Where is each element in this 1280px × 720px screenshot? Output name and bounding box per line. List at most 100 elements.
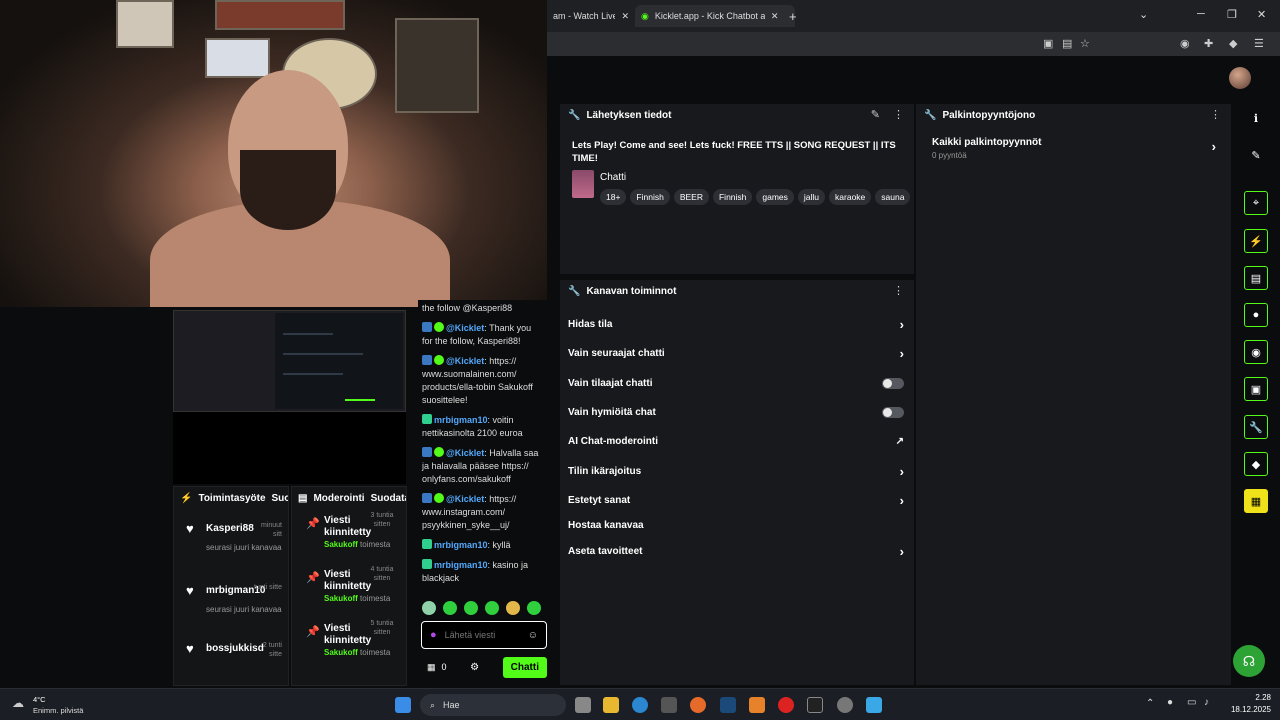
close-icon[interactable]: ✕	[621, 11, 629, 22]
moderation-filter[interactable]: Suodata	[371, 493, 406, 504]
broadcast-icon[interactable]: ◉	[1244, 340, 1268, 364]
reader-icon[interactable]: ▤	[1062, 37, 1072, 50]
emote-icon[interactable]	[527, 601, 541, 615]
tag[interactable]: Finnish	[630, 189, 670, 205]
tab-kicklet[interactable]: ◉ Kicklet.app - Kick Chatbot and C ✕	[635, 5, 795, 27]
wrench-icon[interactable]: 🔧	[1244, 415, 1268, 439]
category-name[interactable]: Chatti	[600, 172, 626, 183]
emote-icon[interactable]	[422, 601, 436, 615]
maximize-button[interactable]: ❐	[1227, 8, 1237, 21]
tag[interactable]: games	[756, 189, 794, 205]
microphone-icon[interactable]: ●	[430, 629, 437, 641]
bookmark-star-icon[interactable]: ☆	[1080, 37, 1090, 50]
weather-icon[interactable]: ☁	[12, 696, 24, 710]
tag[interactable]: Finnish	[712, 189, 753, 205]
emote-icon[interactable]	[485, 601, 499, 615]
task-view-icon[interactable]	[575, 697, 591, 713]
activity-item[interactable]: ♥ mrbigman10 tunti sitte seurasi juuri k…	[174, 571, 288, 625]
chat-user[interactable]: mrbigman10	[434, 560, 488, 570]
screenshot-icon[interactable]: ▣	[1043, 37, 1053, 50]
close-icon[interactable]: ✕	[771, 11, 779, 22]
activity-filter[interactable]: Suod	[272, 493, 289, 504]
edit-pencil-icon[interactable]: ✎	[871, 108, 880, 121]
support-headset-icon[interactable]: ☊	[1233, 645, 1265, 677]
steam-icon[interactable]	[720, 697, 736, 713]
action-age-restriction[interactable]: Tilin ikärajoitus ›	[568, 461, 904, 481]
action-followers-only[interactable]: Vain seuraajat chatti ›	[568, 343, 904, 363]
chat-user[interactable]: mrbigman10	[434, 540, 488, 550]
emote-icon[interactable]	[464, 601, 478, 615]
close-window-button[interactable]: ✕	[1257, 8, 1266, 21]
network-icon[interactable]: ▭	[1187, 697, 1196, 708]
chat-user[interactable]: @Kicklet	[446, 356, 484, 366]
category-thumbnail[interactable]	[572, 170, 594, 198]
document-icon[interactable]: ▤	[1244, 266, 1268, 290]
tag[interactable]: sauna	[875, 189, 911, 205]
windows-start-icon[interactable]	[395, 697, 411, 713]
vlc-icon[interactable]	[749, 697, 765, 713]
menu-icon[interactable]: ☰	[1254, 37, 1264, 50]
action-set-goals[interactable]: Aseta tavoitteet ›	[568, 541, 904, 561]
action-slow-mode[interactable]: Hidas tila ›	[568, 314, 904, 334]
firefox-icon[interactable]	[690, 697, 706, 713]
clock-date[interactable]: 18.12.2025	[1217, 705, 1271, 714]
file-explorer-icon[interactable]	[603, 697, 619, 713]
all-rewards-item[interactable]: Kaikki palkintopyynnöt 0 pyyntöä ›	[924, 134, 1224, 164]
activity-item[interactable]: ♥ bossjukkisd 2 tunti sitte	[174, 629, 288, 683]
clock-time[interactable]: 2.28	[1221, 693, 1271, 702]
emote-icon[interactable]	[506, 601, 520, 615]
clapperboard-icon[interactable]: ▦	[1244, 489, 1268, 513]
more-options-icon[interactable]: ⋮	[893, 108, 904, 121]
avatar[interactable]	[1229, 67, 1251, 89]
emoji-icon[interactable]: ☺	[528, 630, 538, 641]
chat-feed[interactable]: the follow @Kasperi88 @Kicklet: Thank yo…	[418, 300, 548, 600]
tag[interactable]: BEER	[673, 189, 709, 205]
subscribers-only-toggle[interactable]	[882, 377, 904, 389]
action-ai-moderation[interactable]: AI Chat-moderointi ↗	[568, 431, 904, 451]
tab-kick[interactable]: am - Watch Live o ✕	[547, 5, 635, 27]
taskbar-search[interactable]: ⌕ Hae	[420, 694, 566, 716]
emote-only-toggle[interactable]	[882, 406, 904, 418]
action-blocked-words[interactable]: Estetyt sanat ›	[568, 490, 904, 510]
chat-user[interactable]: @Kicklet	[446, 448, 484, 458]
chat-user[interactable]: mrbigman10	[434, 415, 488, 425]
address-bar[interactable]	[547, 32, 1280, 56]
moderation-item[interactable]: 📌 Viesti kiinnitetty 3 tuntia sitten Sak…	[292, 509, 406, 563]
minimize-button[interactable]: ─	[1197, 8, 1205, 20]
chevron-up-icon[interactable]: ⌃	[1146, 698, 1154, 709]
store-icon[interactable]	[661, 697, 677, 713]
obs-icon[interactable]	[837, 697, 853, 713]
microphone-icon[interactable]: ●	[1167, 697, 1173, 708]
chat-user[interactable]: @Kicklet	[446, 323, 484, 333]
shapes-icon[interactable]: ◆	[1244, 452, 1268, 476]
terminal-icon[interactable]	[807, 697, 823, 713]
settings-gear-icon[interactable]: ⚙	[470, 662, 479, 673]
chevron-down-icon[interactable]: ⌄	[1139, 8, 1148, 21]
lightning-icon[interactable]: ⚡	[1244, 229, 1268, 253]
account-icon[interactable]: ◉	[1180, 37, 1190, 50]
volume-icon[interactable]: ♪	[1204, 697, 1209, 708]
emote-icon[interactable]	[443, 601, 457, 615]
action-host-channel[interactable]: Hostaa kanavaa	[568, 515, 904, 535]
activity-item[interactable]: ♥ Kasperi88 minuut sitt seurasi juuri ka…	[174, 509, 288, 563]
edge-icon[interactable]	[632, 697, 648, 713]
tag[interactable]: karaoke	[829, 189, 872, 205]
more-options-icon[interactable]: ⋮	[1210, 108, 1221, 121]
info-icon[interactable]: ℹ	[1244, 106, 1268, 130]
opera-icon[interactable]	[778, 697, 794, 713]
tag[interactable]: jallu	[797, 189, 826, 205]
app-icon[interactable]	[866, 697, 882, 713]
chat-bubble-icon[interactable]: ●	[1244, 303, 1268, 327]
more-options-icon[interactable]: ⋮	[893, 284, 904, 297]
edit-pencil-icon[interactable]: ✎	[1244, 143, 1268, 167]
shield-icon[interactable]: ◆	[1229, 37, 1237, 50]
chat-input[interactable]: ● Lähetä viesti ☺	[421, 621, 547, 649]
store-icon[interactable]: ▦	[427, 662, 436, 673]
send-chat-button[interactable]: Chatti	[502, 656, 547, 678]
extensions-icon[interactable]: ✚	[1204, 37, 1213, 50]
chat-user[interactable]: @Kicklet	[446, 494, 484, 504]
new-tab-button[interactable]: +	[783, 5, 803, 27]
crosshair-icon[interactable]: ⌖	[1244, 191, 1268, 215]
tag[interactable]: 18+	[600, 189, 627, 205]
moderation-item[interactable]: 📌 Viesti kiinnitetty 5 tuntia sitten Sak…	[292, 617, 406, 671]
